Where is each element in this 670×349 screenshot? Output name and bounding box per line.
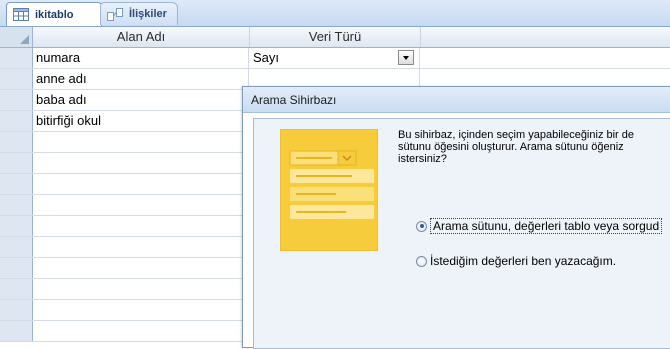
table-icon xyxy=(13,8,29,21)
relationships-icon xyxy=(107,7,123,21)
row-selector[interactable] xyxy=(0,300,33,320)
field-name-cell[interactable] xyxy=(33,258,249,278)
lookup-wizard-dialog: Arama Sihirbazı Bu sihirbaz, içinden seç… xyxy=(242,86,670,349)
tab-ikitablo[interactable]: ikitablo xyxy=(6,2,102,26)
option-type-values[interactable]: İstediğim değerleri ben yazacağım. xyxy=(416,254,616,268)
field-name-cell[interactable] xyxy=(33,174,249,194)
field-name-cell[interactable] xyxy=(33,216,249,236)
data-type-cell[interactable]: Sayı xyxy=(250,48,420,68)
option-label: Arama sütunu, değerleri tablo veya sorgu… xyxy=(430,218,663,234)
row-selector[interactable] xyxy=(0,48,33,68)
grid-header: Alan Adı Veri Türü xyxy=(0,27,670,48)
document-tab-strip: ikitablo İlişkiler xyxy=(0,0,670,27)
table-row[interactable]: numara Sayı xyxy=(0,48,670,69)
intro-line: sütunu öğesini oluşturur. Arama sütunu ö… xyxy=(398,141,624,153)
row-selector[interactable] xyxy=(0,237,33,257)
radio-button-icon[interactable] xyxy=(416,255,427,267)
radio-button-icon[interactable] xyxy=(416,220,427,232)
option-lookup-from-table[interactable]: Arama sütunu, değerleri tablo veya sorgu… xyxy=(416,218,663,234)
data-type-dropdown-button[interactable] xyxy=(398,50,414,65)
row-selector[interactable] xyxy=(0,321,33,341)
row-selector[interactable] xyxy=(0,69,33,89)
row-selector[interactable] xyxy=(0,195,33,215)
column-header-data-type[interactable]: Veri Türü xyxy=(250,27,421,47)
field-name-cell[interactable]: bitirfiği okul xyxy=(33,111,249,131)
tab-label: ikitablo xyxy=(35,8,74,21)
intro-line: istersiniz? xyxy=(398,153,447,165)
tab-iliskiler[interactable]: İlişkiler xyxy=(100,2,178,25)
select-all-corner[interactable] xyxy=(0,27,33,47)
field-name-cell[interactable] xyxy=(33,279,249,299)
field-name-cell[interactable] xyxy=(33,237,249,257)
row-selector[interactable] xyxy=(0,111,33,131)
row-selector[interactable] xyxy=(0,153,33,173)
tab-label: İlişkiler xyxy=(129,8,167,20)
field-name-cell[interactable] xyxy=(33,153,249,173)
row-selector[interactable] xyxy=(0,279,33,299)
row-selector[interactable] xyxy=(0,258,33,278)
field-name-cell[interactable]: numara xyxy=(33,48,249,68)
row-selector[interactable] xyxy=(0,132,33,152)
dialog-body: Bu sihirbaz, içinden seçim yapabileceğin… xyxy=(253,118,670,349)
field-name-cell[interactable] xyxy=(33,132,249,152)
field-name-cell[interactable] xyxy=(33,195,249,215)
wizard-intro-text: Bu sihirbaz, içinden seçim yapabileceğin… xyxy=(398,129,670,165)
field-name-cell[interactable] xyxy=(33,321,249,341)
option-label: İstediğim değerleri ben yazacağım. xyxy=(430,254,617,268)
row-selector[interactable] xyxy=(0,174,33,194)
row-selector[interactable] xyxy=(0,216,33,236)
row-selector[interactable] xyxy=(0,90,33,110)
field-name-cell[interactable] xyxy=(33,300,249,320)
field-name-cell[interactable]: anne adı xyxy=(33,69,249,89)
lookup-illustration-icon xyxy=(280,129,378,251)
field-name-cell[interactable]: baba adı xyxy=(33,90,249,110)
dialog-title: Arama Sihirbazı xyxy=(243,87,670,113)
intro-line: Bu sihirbaz, içinden seçim yapabileceğin… xyxy=(398,129,635,141)
column-header-field-name[interactable]: Alan Adı xyxy=(33,27,250,47)
